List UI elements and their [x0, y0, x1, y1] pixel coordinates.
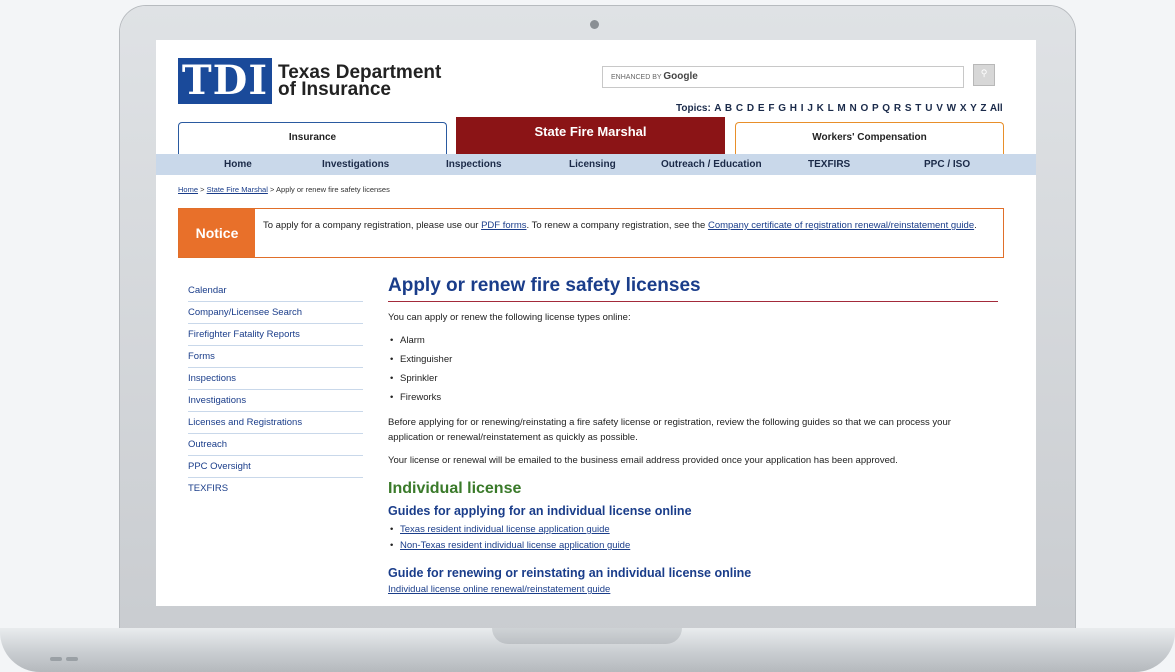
- sidebar-nav: Calendar Company/Licensee Search Firefig…: [188, 280, 363, 499]
- topics-az: Topics: A B C D E F G H I J K L M N O P …: [676, 103, 1003, 114]
- tdi-logo[interactable]: TDI Texas Department of Insurance: [178, 58, 441, 104]
- breadcrumb-state-fire-marshal[interactable]: State Fire Marshal: [207, 185, 268, 194]
- tab-state-fire-marshal[interactable]: State Fire Marshal: [456, 117, 725, 154]
- pdf-forms-link[interactable]: PDF forms: [481, 220, 526, 231]
- intro-text: You can apply or renew the following lic…: [388, 312, 631, 323]
- main-nav: Home Investigations Inspections Licensin…: [156, 154, 1036, 175]
- laptop-notch: [492, 628, 682, 644]
- breadcrumb-current: Apply or renew fire safety licenses: [276, 185, 390, 194]
- sidebar-item-company-licensee-search[interactable]: Company/Licensee Search: [188, 302, 363, 324]
- page-title: Apply or renew fire safety licenses: [388, 275, 998, 302]
- apply-guide-list: Texas resident individual license applic…: [388, 522, 998, 554]
- nav-outreach-education[interactable]: Outreach / Education: [661, 159, 762, 170]
- company-renewal-guide-link[interactable]: Company certificate of registration rene…: [708, 220, 974, 231]
- logo-line-2: of Insurance: [278, 79, 391, 100]
- nav-investigations[interactable]: Investigations: [322, 159, 389, 170]
- subheading-apply-guides: Guides for applying for an individual li…: [388, 504, 692, 518]
- list-item: Fireworks: [388, 388, 998, 407]
- sidebar-item-investigations[interactable]: Investigations: [188, 390, 363, 412]
- search-icon: ⚲: [980, 69, 988, 79]
- sidebar-item-calendar[interactable]: Calendar: [188, 280, 363, 302]
- texas-resident-guide-link[interactable]: Texas resident individual license applic…: [400, 524, 610, 535]
- main-content: Apply or renew fire safety licenses You …: [388, 275, 998, 595]
- search-button[interactable]: ⚲: [973, 64, 995, 86]
- search-brand: ENHANCED BY Google: [611, 71, 698, 82]
- browser-viewport: TDI Texas Department of Insurance ENHANC…: [156, 40, 1036, 606]
- sidebar-item-texfirs[interactable]: TEXFIRS: [188, 478, 363, 499]
- sidebar-item-licenses-registrations[interactable]: Licenses and Registrations: [188, 412, 363, 434]
- notice-banner: Notice To apply for a company registrati…: [178, 208, 1004, 258]
- subheading-renew-guide: Guide for renewing or reinstating an ind…: [388, 566, 752, 580]
- webcam-icon: [590, 20, 599, 29]
- breadcrumb: Home > State Fire Marshal > Apply or ren…: [178, 185, 390, 194]
- tab-workers-compensation[interactable]: Workers' Compensation: [735, 122, 1004, 154]
- breadcrumb-home[interactable]: Home: [178, 185, 198, 194]
- tdi-logo-text: Texas Department of Insurance: [278, 63, 441, 100]
- search-input[interactable]: ENHANCED BY Google: [602, 66, 964, 88]
- non-texas-resident-guide-link[interactable]: Non-Texas resident individual license ap…: [400, 540, 630, 551]
- sidebar-item-outreach[interactable]: Outreach: [188, 434, 363, 456]
- sidebar-item-forms[interactable]: Forms: [188, 346, 363, 368]
- nav-home[interactable]: Home: [224, 159, 252, 170]
- notice-text: To apply for a company registration, ple…: [263, 220, 977, 231]
- license-type-list: Alarm Extinguisher Sprinkler Fireworks: [388, 331, 998, 407]
- list-item: Texas resident individual license applic…: [388, 522, 998, 538]
- nav-inspections[interactable]: Inspections: [446, 159, 502, 170]
- sidebar-item-firefighter-fatality-reports[interactable]: Firefighter Fatality Reports: [188, 324, 363, 346]
- tdi-logo-mark: TDI: [178, 58, 272, 104]
- sidebar-item-ppc-oversight[interactable]: PPC Oversight: [188, 456, 363, 478]
- notice-label: Notice: [179, 209, 255, 257]
- renewal-guide-link[interactable]: Individual license online renewal/reinst…: [388, 584, 998, 595]
- topics-label: Topics:: [676, 103, 711, 114]
- list-item: Extinguisher: [388, 350, 998, 369]
- nav-licensing[interactable]: Licensing: [569, 159, 616, 170]
- nav-ppc-iso[interactable]: PPC / ISO: [924, 159, 970, 170]
- topics-letters[interactable]: A B C D E F G H I J K L M N O P Q R S T …: [714, 103, 1002, 114]
- list-item: Alarm: [388, 331, 998, 350]
- guides-paragraph: Before applying for or renewing/reinstat…: [388, 417, 951, 443]
- nav-texfirs[interactable]: TEXFIRS: [808, 159, 850, 170]
- sidebar-item-inspections[interactable]: Inspections: [188, 368, 363, 390]
- section-title-individual-license: Individual license: [388, 480, 522, 497]
- list-item: Non-Texas resident individual license ap…: [388, 538, 998, 554]
- laptop-vents: [50, 646, 82, 665]
- email-paragraph: Your license or renewal will be emailed …: [388, 455, 898, 466]
- list-item: Sprinkler: [388, 369, 998, 388]
- tab-insurance[interactable]: Insurance: [178, 122, 447, 154]
